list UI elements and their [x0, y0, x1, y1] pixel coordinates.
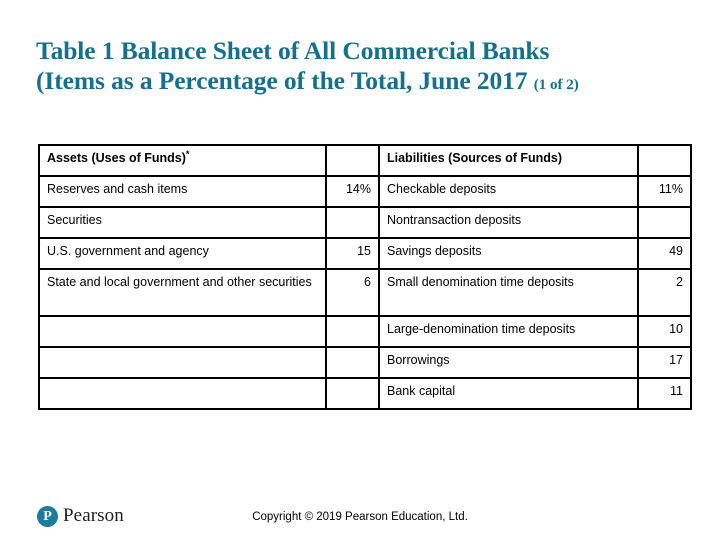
table-header-row: Assets (Uses of Funds)* Liabilities (Sou…	[38, 144, 692, 177]
asset-value	[325, 206, 380, 239]
page-title-line-2: (Items as a Percentage of the Total, Jun…	[36, 66, 528, 95]
column-header-assets-label: Assets (Uses of Funds)	[47, 151, 186, 165]
footnote-marker: *	[185, 148, 190, 159]
asset-label	[38, 346, 327, 379]
asset-label: State and local government and other sec…	[38, 268, 327, 317]
liability-value: 2	[637, 268, 692, 317]
page-title: Table 1 Balance Sheet of All Commercial …	[36, 36, 696, 100]
liability-label: Bank capital	[378, 377, 639, 410]
liability-value: 49	[637, 237, 692, 270]
liability-value: 17	[637, 346, 692, 379]
liability-value: 11%	[637, 175, 692, 208]
column-header-assets: Assets (Uses of Funds)*	[38, 144, 327, 177]
column-header-assets-value	[325, 144, 380, 177]
page-title-part-indicator: (1 of 2)	[533, 77, 579, 93]
table-row: State and local government and other sec…	[38, 268, 692, 317]
asset-label	[38, 377, 327, 410]
asset-value: 14%	[325, 175, 380, 208]
asset-value	[325, 377, 380, 410]
page-title-line-1: Table 1 Balance Sheet of All Commercial …	[36, 36, 550, 65]
liability-value: 11	[637, 377, 692, 410]
table-row: Securities Nontransaction deposits	[38, 206, 692, 239]
asset-label: Reserves and cash items	[38, 175, 327, 208]
liability-label: Small denomination time deposits	[378, 268, 639, 317]
column-header-liabilities: Liabilities (Sources of Funds)	[378, 144, 639, 177]
table-row: Bank capital 11	[38, 377, 692, 410]
liability-label: Nontransaction deposits	[378, 206, 639, 239]
copyright-notice: Copyright © 2019 Pearson Education, Ltd.	[252, 511, 468, 523]
balance-sheet-table: Assets (Uses of Funds)* Liabilities (Sou…	[38, 144, 692, 410]
asset-value	[325, 315, 380, 348]
asset-value	[325, 346, 380, 379]
table-row: Large-denomination time deposits 10	[38, 315, 692, 348]
table-row: Reserves and cash items 14% Checkable de…	[38, 175, 692, 208]
liability-value	[637, 206, 692, 239]
liability-label: Savings deposits	[378, 237, 639, 270]
liability-label: Checkable deposits	[378, 175, 639, 208]
asset-label	[38, 315, 327, 348]
asset-value: 6	[325, 268, 380, 317]
liability-label: Borrowings	[378, 346, 639, 379]
liability-label: Large-denomination time deposits	[378, 315, 639, 348]
asset-label: U.S. government and agency	[38, 237, 327, 270]
liability-value: 10	[637, 315, 692, 348]
asset-label: Securities	[38, 206, 327, 239]
table-row: Borrowings 17	[38, 346, 692, 379]
asset-value: 15	[325, 237, 380, 270]
table-row: U.S. government and agency 15 Savings de…	[38, 237, 692, 270]
column-header-liabilities-value	[637, 144, 692, 177]
